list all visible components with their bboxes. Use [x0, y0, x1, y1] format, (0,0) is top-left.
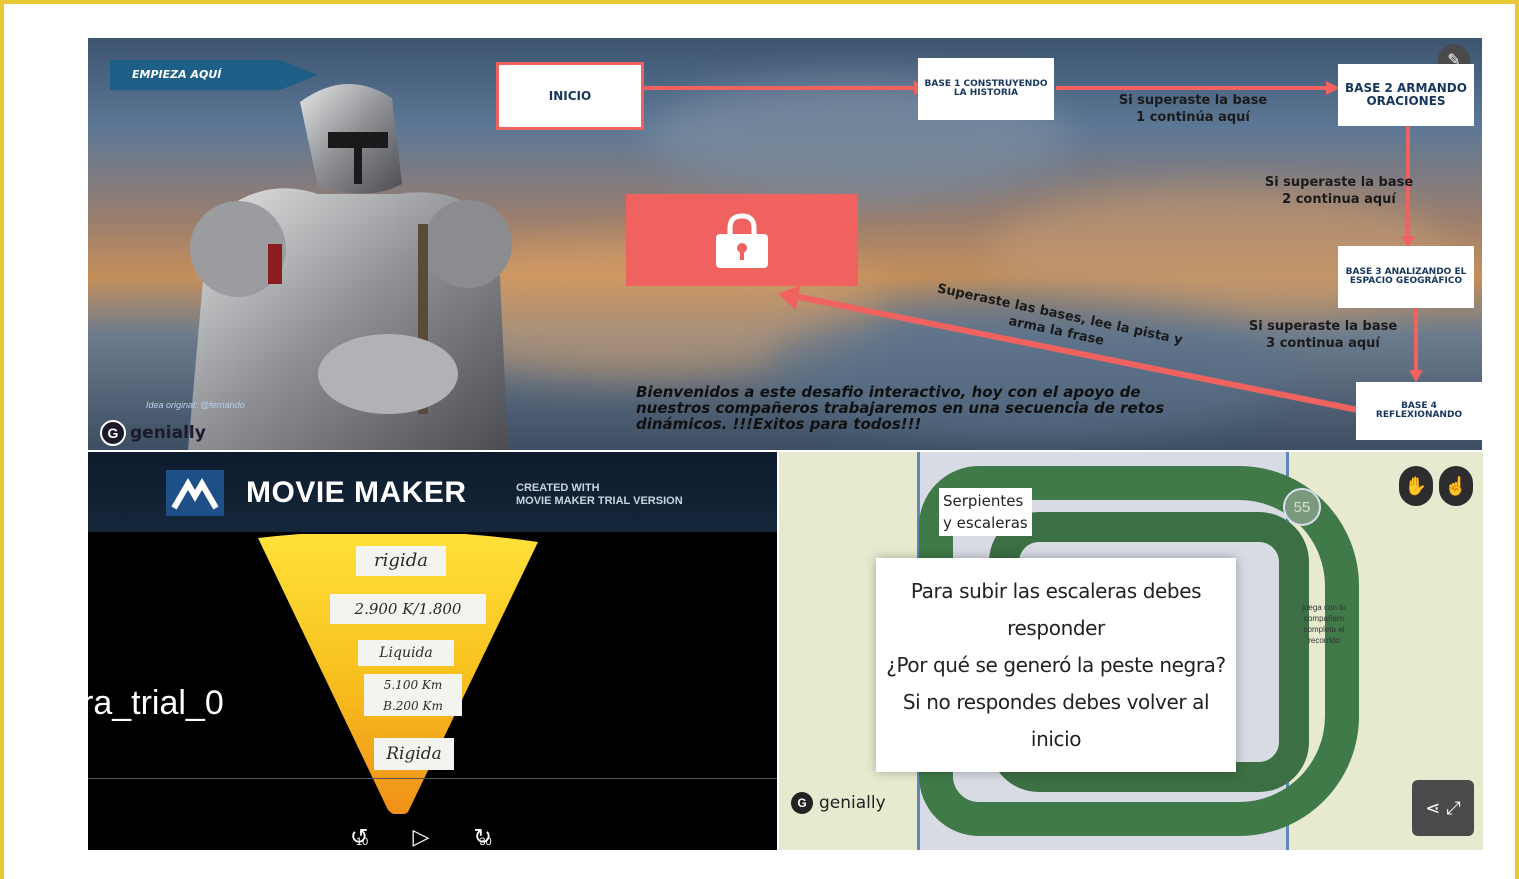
after-base2-note: Si superaste la base 2 continua aquí: [1264, 175, 1414, 207]
layer-note: B.200 Km: [364, 696, 462, 716]
genially-g-icon: G: [791, 792, 813, 814]
dialog-line: Si no respondes debes volver al inicio: [902, 689, 1210, 751]
padlock-icon: [716, 213, 768, 268]
created-with-text: CREATED WITH: [516, 482, 600, 494]
idea-credit: Idea original: @fernando: [146, 400, 245, 410]
snakes-ladders-game[interactable]: 55 Serpientes y escaleras juega con tu c…: [779, 452, 1483, 850]
progress-track[interactable]: [88, 778, 777, 779]
board-title: Serpientes y escaleras: [939, 488, 1032, 536]
base4-box[interactable]: BASE 4 REFLEXIONANDO: [1356, 382, 1482, 440]
layer-note: 5.100 Km: [364, 674, 462, 696]
movie-maker-video[interactable]: MOVIE MAKER CREATED WITH MOVIE MAKER TRI…: [88, 452, 777, 850]
genially-logo[interactable]: G genially: [100, 420, 206, 446]
forward-button[interactable]: ↻ 30: [473, 824, 491, 850]
square-number: 55: [1283, 488, 1321, 526]
welcome-text: Bienvenidos a este desafio interactivo, …: [636, 383, 1165, 433]
lock-button[interactable]: [626, 194, 858, 286]
side-instruction: juega con tu compañero completa el recor…: [1302, 603, 1346, 645]
play-icon[interactable]: ▷: [412, 824, 429, 850]
dialog-line: ¿Por qué se generó la peste negra?: [886, 652, 1226, 677]
dialog-line: responder: [1007, 615, 1105, 640]
share-fullscreen-button[interactable]: ⋖ ⤢: [1412, 780, 1474, 836]
share-icon[interactable]: ⋖: [1425, 798, 1440, 819]
video-controls: ↺ 10 ▷ ↻ 30: [350, 824, 492, 850]
genially-g-icon: G: [100, 420, 126, 446]
board-title-line: y escaleras: [943, 514, 1028, 532]
dialog-line: Para subir las escaleras debes: [910, 578, 1202, 603]
base3-box[interactable]: BASE 3 ANALIZANDO EL ESPACIO GEOGRÁFICO: [1338, 246, 1474, 308]
hand-icon[interactable]: ✋: [1399, 466, 1433, 506]
after-base1-note: Si superaste la base 1 continúa aquí: [1118, 93, 1268, 125]
fullscreen-icon[interactable]: ⤢: [1446, 798, 1460, 819]
base2-box[interactable]: BASE 2 ARMANDO ORACIONES: [1338, 64, 1474, 126]
rewind-button[interactable]: ↺ 10: [350, 824, 368, 850]
question-dialog[interactable]: Para subir las escaleras debes responder…: [876, 558, 1236, 772]
after-base3-note: Si superaste la base 3 continua aquí: [1248, 319, 1398, 351]
genially-brand-text: genially: [130, 423, 206, 443]
layer-note: Liquida: [358, 640, 454, 666]
trial-version-text: MOVIE MAKER TRIAL VERSION: [516, 495, 683, 507]
genially-quest-map[interactable]: EMPIEZA AQUÍ ✎ INICIO BASE 1 CONSTRUYEND…: [88, 38, 1482, 450]
board-title-line: Serpientes: [943, 492, 1024, 510]
genially-logo[interactable]: G genially: [791, 792, 886, 814]
layer-note: 2.900 K/1.800: [330, 594, 486, 624]
layer-note: Rigida: [374, 738, 454, 770]
touch-icon[interactable]: ☝: [1439, 466, 1473, 506]
layer-note: rigida: [356, 546, 446, 576]
forward-seconds: 30: [479, 836, 492, 848]
movie-maker-title: MOVIE MAKER: [246, 476, 467, 509]
video-filename-overlay: ra_trial_0: [88, 684, 224, 722]
movie-maker-watermark: CREATED WITH MOVIE MAKER TRIAL VERSION: [516, 482, 683, 508]
inicio-box[interactable]: INICIO: [496, 62, 644, 130]
base1-box[interactable]: BASE 1 CONSTRUYENDO LA HISTORIA: [918, 58, 1054, 120]
rewind-seconds: 10: [356, 836, 369, 848]
genially-brand-text: genially: [819, 793, 886, 813]
movie-maker-logo-icon: [166, 470, 224, 516]
movie-maker-header: MOVIE MAKER CREATED WITH MOVIE MAKER TRI…: [88, 452, 777, 532]
